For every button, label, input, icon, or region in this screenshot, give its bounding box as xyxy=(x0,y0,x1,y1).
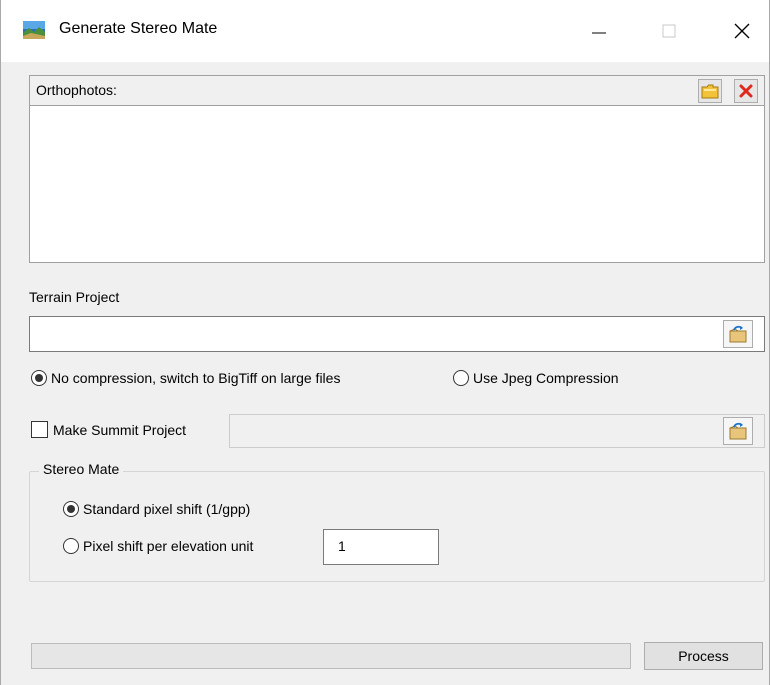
stereo-mate-group xyxy=(29,471,765,582)
radio-indicator xyxy=(31,370,47,386)
terrain-project-input[interactable] xyxy=(29,316,765,352)
terrain-browse-button[interactable] xyxy=(723,320,753,348)
minimize-icon xyxy=(592,32,606,34)
summit-project-input xyxy=(229,414,765,448)
no-compression-radio[interactable]: No compression, switch to BigTiff on lar… xyxy=(31,370,340,386)
orthophotos-panel: Orthophotos: xyxy=(29,75,765,263)
stereo-mate-legend: Stereo Mate xyxy=(39,461,124,477)
browse-folder-icon xyxy=(729,325,747,343)
pixel-shift-value: 1 xyxy=(338,538,346,554)
landscape-image-icon xyxy=(23,21,45,39)
no-compression-label: No compression, switch to BigTiff on lar… xyxy=(51,370,341,386)
orthophotos-header: Orthophotos: xyxy=(30,76,764,106)
make-summit-project-label: Make Summit Project xyxy=(53,421,187,438)
remove-x-icon xyxy=(739,84,753,98)
add-orthophoto-button[interactable] xyxy=(698,79,722,103)
process-button[interactable]: Process xyxy=(644,642,763,670)
standard-pixel-shift-label: Standard pixel shift (1/gpp) xyxy=(83,501,251,517)
radio-indicator xyxy=(63,501,79,517)
standard-pixel-shift-radio[interactable]: Standard pixel shift (1/gpp) xyxy=(63,501,250,517)
minimize-button[interactable] xyxy=(576,12,622,50)
radio-indicator xyxy=(453,370,469,386)
jpeg-compression-radio[interactable]: Use Jpeg Compression xyxy=(453,370,619,386)
radio-indicator xyxy=(63,538,79,554)
browse-folder-icon xyxy=(729,422,747,440)
checkbox-indicator xyxy=(31,421,48,438)
remove-orthophoto-button[interactable] xyxy=(734,79,758,103)
terrain-project-label: Terrain Project xyxy=(29,289,120,305)
folder-open-icon xyxy=(701,84,719,98)
close-icon xyxy=(734,23,750,39)
progress-bar xyxy=(31,643,631,669)
title-bar[interactable]: Generate Stereo Mate xyxy=(1,0,769,62)
maximize-icon xyxy=(662,24,676,38)
summit-browse-button[interactable] xyxy=(723,417,753,445)
orthophotos-list[interactable] xyxy=(30,107,764,262)
make-summit-project-checkbox[interactable]: Make Summit Project xyxy=(31,421,186,438)
close-button[interactable] xyxy=(719,12,765,50)
orthophotos-label: Orthophotos: xyxy=(36,82,117,98)
jpeg-compression-label: Use Jpeg Compression xyxy=(473,370,619,386)
pixel-shift-per-elevation-label: Pixel shift per elevation unit xyxy=(83,538,254,554)
pixel-shift-value-input[interactable]: 1 xyxy=(323,529,439,565)
maximize-button[interactable] xyxy=(646,12,692,50)
dialog-window: Generate Stereo Mate Orthophotos: Terrai… xyxy=(0,0,770,685)
window-title: Generate Stereo Mate xyxy=(59,20,218,37)
pixel-shift-per-elevation-radio[interactable]: Pixel shift per elevation unit xyxy=(63,538,253,554)
